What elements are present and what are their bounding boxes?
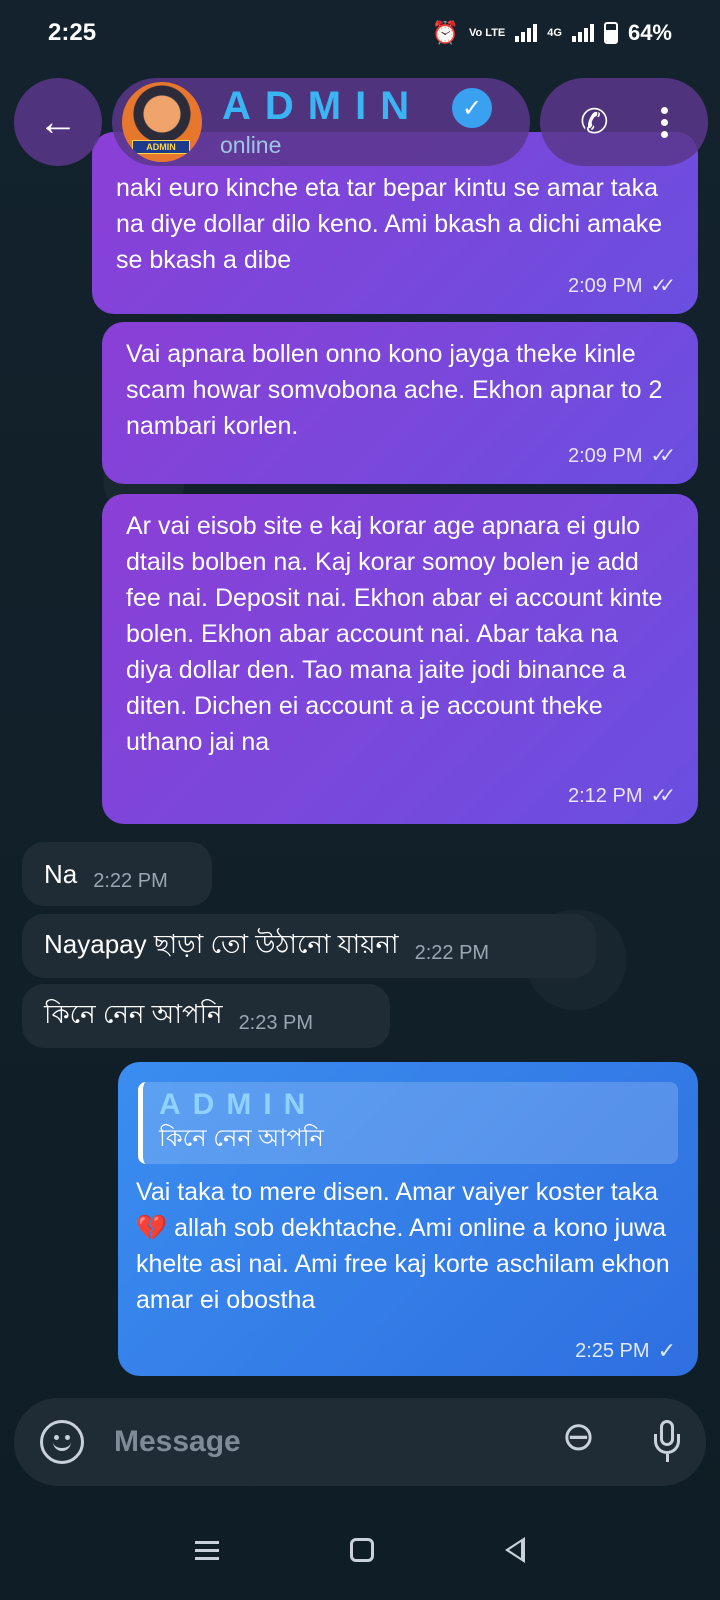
message-incoming[interactable]: কিনে নেন আপনি 2:23 PM <box>22 984 390 1048</box>
emoji-icon[interactable] <box>40 1420 84 1464</box>
battery-icon <box>603 22 618 44</box>
message-time: 2:09 PM <box>568 445 643 467</box>
verified-badge-icon: ✓ <box>452 88 492 128</box>
message-meta: 2:09 PM ✓✓ <box>568 268 676 304</box>
message-time: 2:22 PM <box>93 869 168 892</box>
status-icons: ⏰ Vo LTE 4G 64% <box>432 20 672 46</box>
alarm-icon: ⏰ <box>431 20 459 45</box>
signal-icon <box>515 24 538 42</box>
home-icon[interactable] <box>349 1538 374 1562</box>
message-text-part: Vai taka to mere disen. Amar vaiyer kost… <box>136 1178 658 1206</box>
avatar[interactable]: ADMIN <box>122 82 202 162</box>
message-text: Vai apnara bollen onno kono jayga theke … <box>126 340 663 440</box>
clock: 2:25 <box>48 19 97 46</box>
message-text: Na <box>44 858 78 889</box>
reply-text: কিনে নেন আপনি <box>159 1125 324 1152</box>
more-vert-icon[interactable] <box>660 106 668 138</box>
volte-icon: Vo LTE <box>469 27 506 39</box>
network-type-icon: 4G <box>547 27 562 39</box>
message-composer: ⊘ <box>14 1398 706 1486</box>
paperclip-icon[interactable]: ⊘ <box>551 1409 607 1465</box>
contact-status: online <box>220 132 282 158</box>
mic-icon[interactable] <box>654 1420 680 1464</box>
status-bar: 2:25 ⏰ Vo LTE 4G 64% <box>0 0 720 66</box>
message-outgoing-reply[interactable]: ADMIN কিনে নেন আপনি Vai taka to mere dis… <box>118 1062 698 1376</box>
double-check-icon: ✓✓ <box>650 275 675 297</box>
chat-header: ← ADMIN ADMIN ✓ online ✆ <box>0 72 720 172</box>
message-time: 2:23 PM <box>238 1011 314 1034</box>
arrow-left-icon: ← <box>38 99 78 144</box>
header-actions: ✆ <box>540 78 708 166</box>
message-text: Vai taka to mere disen. Amar vaiyer kost… <box>136 1174 696 1318</box>
contact-name: ADMIN <box>222 84 424 128</box>
message-meta: 2:25 PM ✓ <box>575 1338 676 1364</box>
message-time: 2:22 PM <box>414 941 490 964</box>
phone-icon[interactable]: ✆ <box>580 102 609 142</box>
message-time: 2:25 PM <box>575 1339 650 1362</box>
message-outgoing[interactable]: Ar vai eisob site e kaj korar age apnara… <box>102 494 698 824</box>
double-check-icon: ✓✓ <box>650 445 675 467</box>
double-check-icon: ✓✓ <box>650 785 675 807</box>
message-text: Nayapay ছাড়া তো উঠানো যায়না <box>44 929 399 959</box>
message-time: 2:12 PM <box>568 785 643 807</box>
avatar-badge: ADMIN <box>132 140 190 154</box>
back-triangle-icon[interactable] <box>504 1537 525 1563</box>
battery-percent: 64% <box>627 20 672 45</box>
message-text-part: allah sob dekhtache. Ami online a kono j… <box>136 1214 670 1314</box>
message-input[interactable] <box>114 1418 514 1466</box>
message-meta: 2:12 PM ✓✓ <box>568 778 676 814</box>
message-text: কিনে নেন আপনি <box>44 999 223 1029</box>
back-button[interactable]: ← <box>14 78 102 166</box>
message-text: naki euro kinche eta tar bepar kintu se … <box>116 174 663 274</box>
message-time: 2:09 PM <box>568 275 643 297</box>
signal-icon <box>571 24 594 42</box>
reply-sender: ADMIN <box>159 1088 318 1121</box>
broken-heart-icon: 💔 <box>136 1214 168 1242</box>
message-incoming[interactable]: Na 2:22 PM <box>22 842 212 906</box>
message-meta: 2:09 PM ✓✓ <box>568 438 676 474</box>
message-text: Ar vai eisob site e kaj korar age apnara… <box>126 512 663 756</box>
reply-quote[interactable]: ADMIN কিনে নেন আপনি <box>138 1082 678 1164</box>
menu-icon[interactable] <box>195 1540 220 1560</box>
contact-info[interactable]: ADMIN ADMIN ✓ online <box>112 78 530 166</box>
message-outgoing[interactable]: Vai apnara bollen onno kono jayga theke … <box>102 322 698 484</box>
message-incoming[interactable]: Nayapay ছাড়া তো উঠানো যায়না 2:22 PM <box>22 914 596 978</box>
system-navigation-bar <box>0 1500 720 1600</box>
single-check-icon: ✓ <box>657 1338 676 1363</box>
